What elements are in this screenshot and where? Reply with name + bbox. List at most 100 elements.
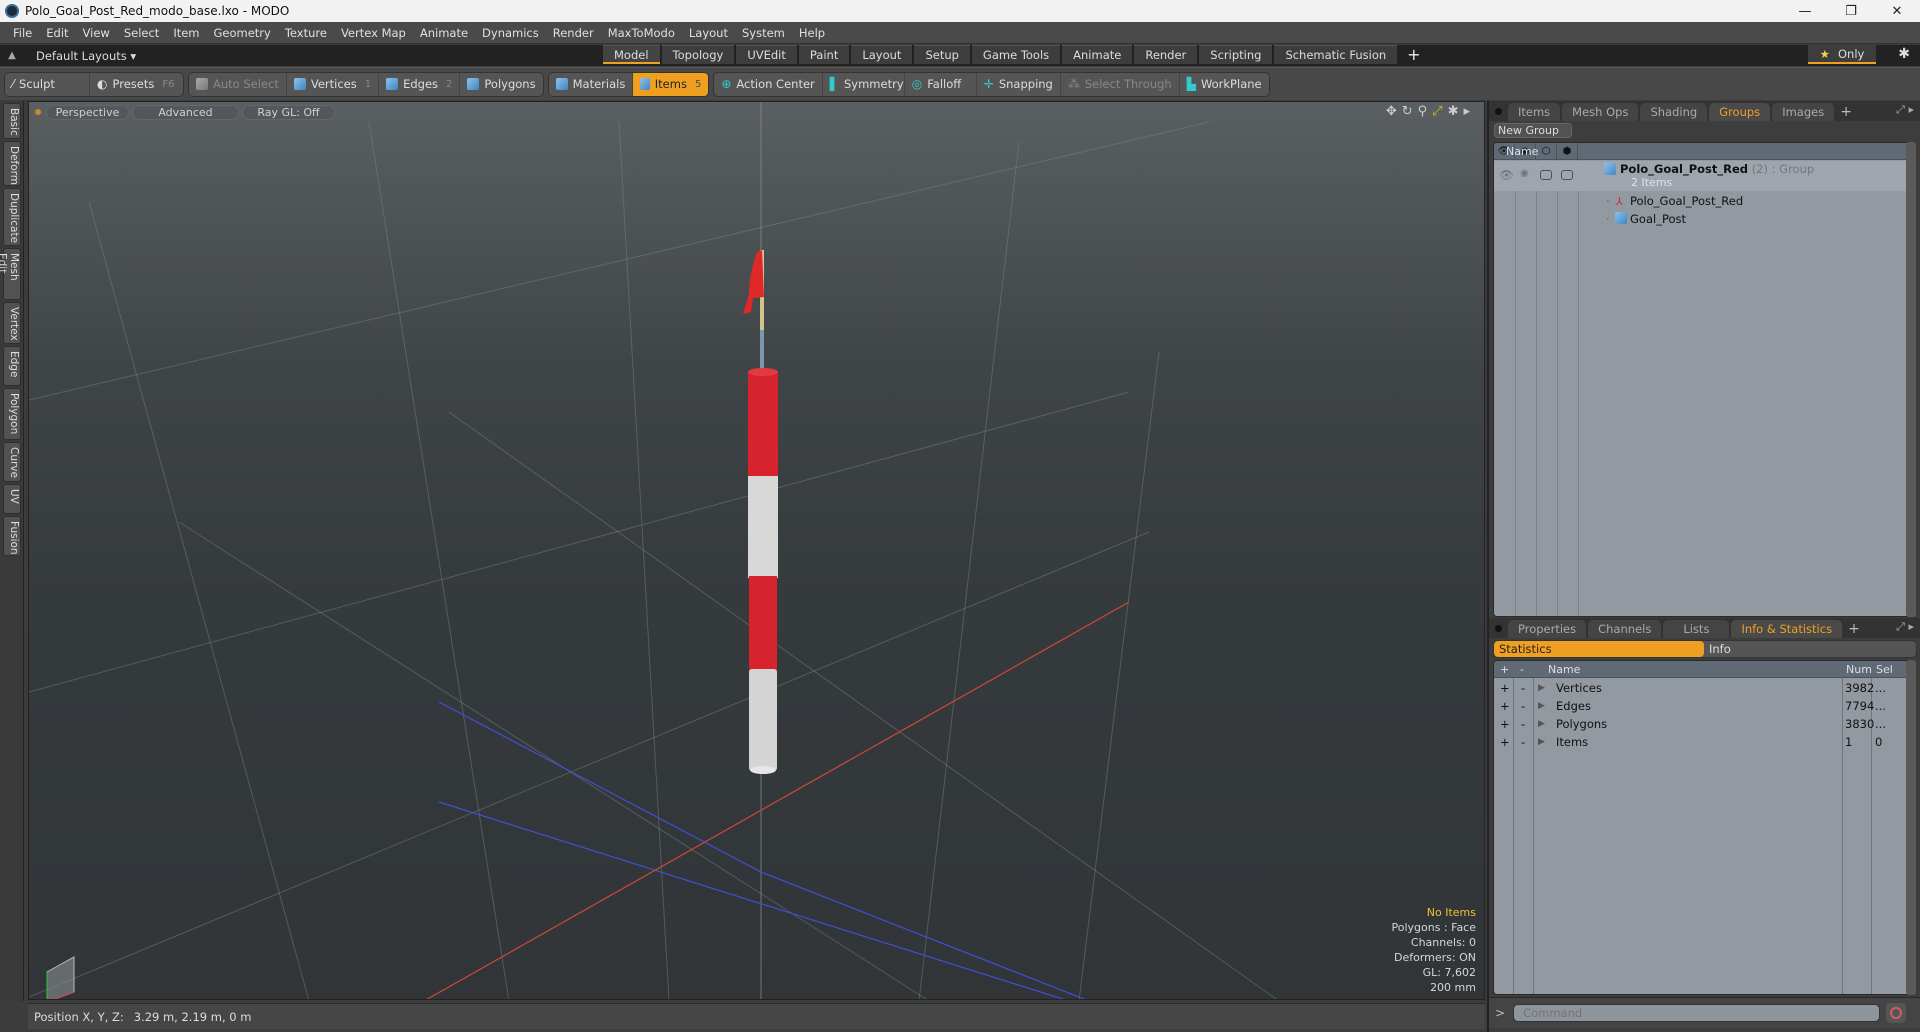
tab-topology[interactable]: Topology (661, 45, 735, 64)
expand-all-button[interactable]: + (1500, 663, 1509, 676)
collapse-row-button[interactable]: - (1521, 699, 1525, 713)
menu-layout[interactable]: Layout (682, 26, 735, 40)
command-input[interactable] (1513, 1004, 1881, 1022)
collapse-row-button[interactable]: - (1521, 681, 1525, 695)
select-toggle[interactable] (1561, 170, 1573, 180)
sidebar-tab-edge[interactable]: Edge (3, 346, 21, 386)
panel-options-dot[interactable] (1495, 108, 1502, 115)
stats-row-items[interactable]: + - ▶ Items 1 0 (1494, 733, 1910, 751)
expand-row-button[interactable]: + (1500, 699, 1510, 713)
collapse-all-button[interactable]: - (1520, 663, 1524, 676)
group-child-row[interactable]: · Goal_Post (1494, 210, 1910, 228)
group-row[interactable]: 👁 ◉ Polo_Goal_Post_Red (2) : Group 2 Ite… (1494, 161, 1910, 191)
edges-button[interactable]: Edges 2 (379, 72, 461, 96)
presets-button[interactable]: ◐ Presets F6 (90, 73, 181, 96)
subtab-info[interactable]: Info (1704, 641, 1731, 657)
maximize-viewport-icon[interactable]: ⤢ (1432, 104, 1442, 119)
tab-images[interactable]: Images (1772, 103, 1835, 121)
view-mode-button[interactable]: Perspective (46, 104, 129, 120)
tab-shading[interactable]: Shading (1640, 103, 1708, 121)
only-toggle[interactable]: ★ Only (1808, 45, 1876, 64)
tab-schematic-fusion[interactable]: Schematic Fusion (1274, 45, 1398, 64)
lock-column-icon[interactable]: ⬡ (1536, 143, 1557, 159)
action-center-button[interactable]: ⊕ Action Center (714, 72, 823, 96)
tab-paint[interactable]: Paint (798, 45, 850, 64)
sidebar-tab-polygon[interactable]: Polygon (3, 388, 21, 440)
collapse-up-icon[interactable]: ▲ (0, 50, 24, 61)
maximize-button[interactable]: ❐ (1828, 0, 1874, 22)
close-button[interactable]: ✕ (1874, 0, 1920, 22)
group-child-row[interactable]: · ⅄ Polo_Goal_Post_Red (1494, 192, 1910, 210)
menu-select[interactable]: Select (117, 26, 166, 40)
polygons-button[interactable]: Polygons (460, 73, 542, 96)
sidebar-tab-deform[interactable]: Deform (3, 141, 21, 186)
symmetry-button[interactable]: ▌ Symmetry (823, 72, 905, 96)
3d-viewport[interactable]: Perspective Advanced Ray GL: Off ✥ ↻ ⚲ ⤢… (28, 101, 1485, 1000)
sidebar-tab-fusion[interactable]: Fusion (3, 516, 21, 556)
zoom-icon[interactable]: ⚲ (1418, 104, 1428, 119)
sidebar-tab-mesh-edit[interactable]: Mesh Edit (0, 248, 21, 300)
select-column-icon[interactable]: ⬢ (1557, 143, 1578, 159)
falloff-button[interactable]: ◎ Falloff (905, 72, 977, 96)
menu-geometry[interactable]: Geometry (207, 26, 278, 40)
items-button[interactable]: Items 5 (633, 72, 709, 96)
sidebar-tab-duplicate[interactable]: Duplicate (3, 188, 21, 246)
tab-properties[interactable]: Properties (1508, 620, 1587, 638)
sidebar-tab-basic[interactable]: Basic (3, 103, 21, 139)
tab-groups[interactable]: Groups (1709, 103, 1771, 121)
expand-panel-icon[interactable]: ⤢ ▸ (1896, 620, 1914, 634)
menu-help[interactable]: Help (792, 26, 832, 40)
materials-button[interactable]: Materials (549, 72, 634, 96)
tab-channels[interactable]: Channels (1588, 620, 1662, 638)
viewport-options-dot[interactable] (35, 109, 41, 115)
new-group-button[interactable]: New Group (1494, 123, 1572, 138)
menu-edit[interactable]: Edit (39, 26, 75, 40)
menu-item[interactable]: Item (166, 26, 206, 40)
minimize-button[interactable]: — (1782, 0, 1828, 22)
pan-icon[interactable]: ✥ (1386, 104, 1397, 119)
expand-arrow-icon[interactable]: ▸ (1463, 104, 1470, 119)
sidebar-tab-uv[interactable]: UV (3, 484, 21, 514)
expand-arrow-icon[interactable]: ▶ (1538, 719, 1545, 729)
stats-scrollbar[interactable] (1906, 660, 1916, 995)
stats-row-polygons[interactable]: + - ▶ Polygons 3830 ... (1494, 715, 1910, 733)
panel-options-dot[interactable] (1495, 625, 1502, 632)
tab-animate[interactable]: Animate (1062, 45, 1133, 64)
tab-lists[interactable]: Lists (1663, 620, 1730, 638)
snapping-button[interactable]: ✛ Snapping (977, 72, 1061, 96)
expand-arrow-icon[interactable]: ▶ (1538, 701, 1545, 711)
menu-maxtomodo[interactable]: MaxToModo (601, 26, 682, 40)
rotate-icon[interactable]: ↻ (1402, 104, 1413, 119)
layout-selector[interactable]: Default Layouts ▾ (36, 49, 136, 63)
add-tab-button[interactable]: + (1399, 45, 1428, 66)
tab-items[interactable]: Items (1508, 103, 1561, 121)
vertices-button[interactable]: Vertices 1 (287, 72, 380, 96)
menu-render[interactable]: Render (546, 26, 601, 40)
tab-scripting[interactable]: Scripting (1199, 45, 1273, 64)
expand-arrow-icon[interactable]: ▶ (1538, 683, 1545, 693)
menu-dynamics[interactable]: Dynamics (475, 26, 546, 40)
menu-view[interactable]: View (76, 26, 117, 40)
tab-layout[interactable]: Layout (851, 45, 913, 64)
menu-texture[interactable]: Texture (278, 26, 334, 40)
add-panel-tab-button[interactable]: + (1836, 103, 1856, 121)
menu-system[interactable]: System (735, 26, 792, 40)
shading-mode-button[interactable]: Advanced (132, 104, 239, 120)
tab-render[interactable]: Render (1134, 45, 1198, 64)
tab-mesh-ops[interactable]: Mesh Ops (1562, 103, 1639, 121)
sidebar-tab-vertex[interactable]: Vertex (3, 302, 21, 344)
sidebar-tab-curve[interactable]: Curve (3, 442, 21, 482)
tab-game-tools[interactable]: Game Tools (971, 45, 1061, 64)
tab-uvedit[interactable]: UVEdit (736, 45, 797, 64)
expand-panel-icon[interactable]: ⤢ ▸ (1896, 103, 1914, 117)
expand-row-button[interactable]: + (1500, 681, 1510, 695)
workplane-button[interactable]: ▙ WorkPlane (1180, 73, 1269, 96)
tab-setup[interactable]: Setup (914, 45, 970, 64)
stats-row-edges[interactable]: + - ▶ Edges 7794 ... (1494, 697, 1910, 715)
groups-scrollbar[interactable] (1906, 142, 1916, 617)
add-panel-tab-button[interactable]: + (1844, 620, 1864, 638)
raygl-button[interactable]: Ray GL: Off (242, 104, 335, 120)
tab-model[interactable]: Model (603, 45, 660, 64)
stats-row-vertices[interactable]: + - ▶ Vertices 3982 ... (1494, 679, 1910, 697)
viewport-settings-icon[interactable]: ✱ (1448, 104, 1459, 119)
